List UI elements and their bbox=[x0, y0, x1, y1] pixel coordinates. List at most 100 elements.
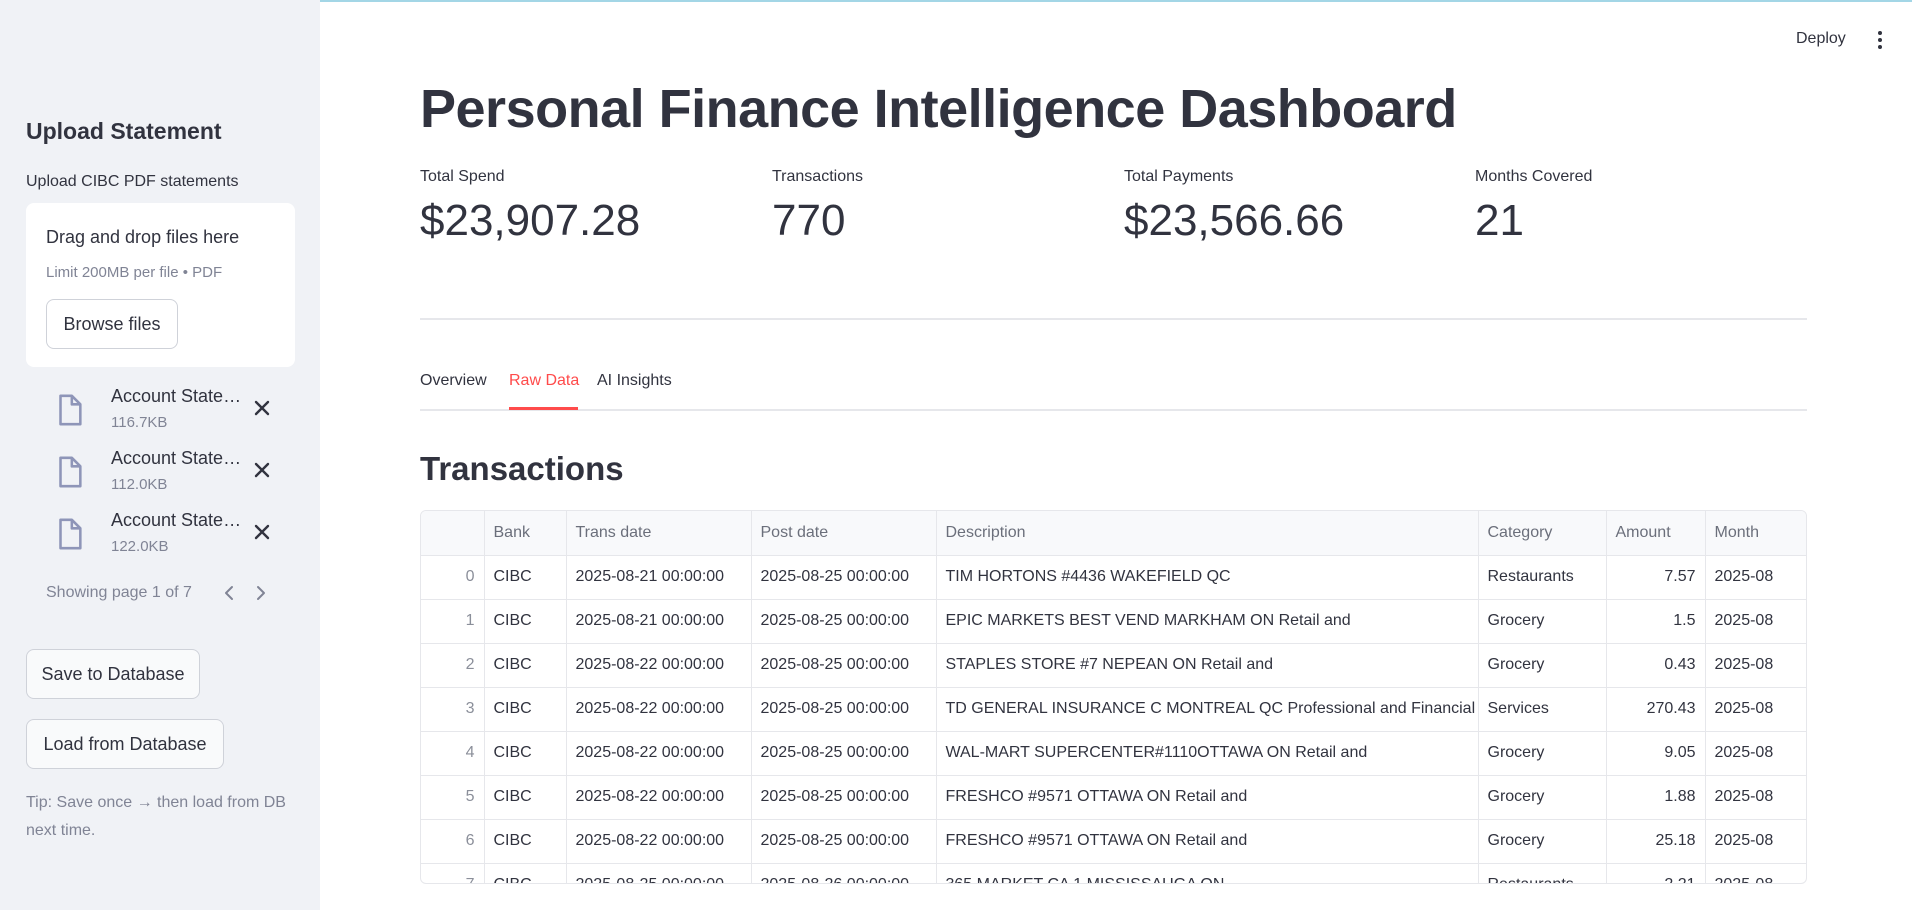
row-index: 3 bbox=[421, 687, 485, 732]
chevron-left-icon[interactable] bbox=[221, 582, 239, 604]
deploy-button[interactable]: Deploy bbox=[1796, 30, 1846, 48]
column-header[interactable] bbox=[421, 511, 485, 556]
transactions-table[interactable]: Bank Trans date Post date Description Ca… bbox=[420, 510, 1807, 884]
cell-description: 365 MARKET CA 1 MISSISSAUGA ON bbox=[936, 863, 1479, 883]
file-dropzone[interactable]: Drag and drop files here Limit 200MB per… bbox=[26, 203, 295, 367]
cell-month: 2025-08 bbox=[1705, 687, 1806, 732]
dropzone-limit: Limit 200MB per file • PDF bbox=[46, 264, 223, 281]
cell-post-date: 2025-08-25 00:00:00 bbox=[751, 819, 937, 864]
file-name: Account State… bbox=[111, 448, 242, 468]
table-row[interactable]: 1 CIBC 2025-08-21 00:00:00 2025-08-25 00… bbox=[421, 599, 1806, 644]
cell-month: 2025-08 bbox=[1705, 555, 1806, 600]
column-header[interactable]: Post date bbox=[751, 511, 937, 556]
cell-amount: 0.43 bbox=[1606, 643, 1706, 688]
uploaded-file-item: Account State… 122.0KB bbox=[52, 510, 292, 562]
file-icon bbox=[59, 518, 82, 550]
close-icon[interactable] bbox=[250, 520, 274, 544]
browse-files-button[interactable]: Browse files bbox=[46, 299, 178, 349]
row-index: 2 bbox=[421, 643, 485, 688]
column-header[interactable]: Amount bbox=[1606, 511, 1706, 556]
table-row[interactable]: 7 CIBC 2025-08-25 00:00:00 2025-08-26 00… bbox=[421, 863, 1806, 883]
cell-amount: 25.18 bbox=[1606, 819, 1706, 864]
cell-trans-date: 2025-08-25 00:00:00 bbox=[566, 863, 752, 883]
cell-amount: 270.43 bbox=[1606, 687, 1706, 732]
metric-label: Months Covered bbox=[1475, 168, 1593, 185]
file-icon bbox=[59, 394, 82, 426]
cell-description: STAPLES STORE #7 NEPEAN ON Retail and bbox=[936, 643, 1479, 688]
metric-total-payments: Total Payments $23,566.66 bbox=[1124, 168, 1454, 246]
table-row[interactable]: 4 CIBC 2025-08-22 00:00:00 2025-08-25 00… bbox=[421, 731, 1806, 776]
cell-category: Grocery bbox=[1478, 775, 1607, 820]
close-icon[interactable] bbox=[250, 396, 274, 420]
cell-description: WAL-MART SUPERCENTER#1110OTTAWA ON Retai… bbox=[936, 731, 1479, 776]
cell-bank: CIBC bbox=[484, 643, 567, 688]
cell-month: 2025-08 bbox=[1705, 863, 1806, 883]
cell-amount: 2.21 bbox=[1606, 863, 1706, 883]
cell-amount: 7.57 bbox=[1606, 555, 1706, 600]
page-title: Personal Finance Intelligence Dashboard bbox=[420, 79, 1457, 139]
row-index: 0 bbox=[421, 555, 485, 600]
table-row[interactable]: 5 CIBC 2025-08-22 00:00:00 2025-08-25 00… bbox=[421, 775, 1806, 820]
cell-post-date: 2025-08-25 00:00:00 bbox=[751, 599, 937, 644]
close-icon[interactable] bbox=[250, 458, 274, 482]
cell-description: TIM HORTONS #4436 WAKEFIELD QC bbox=[936, 555, 1479, 600]
metric-months-covered: Months Covered 21 bbox=[1475, 168, 1805, 246]
cell-category: Grocery bbox=[1478, 599, 1607, 644]
cell-bank: CIBC bbox=[484, 775, 567, 820]
cell-trans-date: 2025-08-22 00:00:00 bbox=[566, 775, 752, 820]
column-header[interactable]: Description bbox=[936, 511, 1479, 556]
tab-raw-data[interactable]: Raw Data bbox=[509, 372, 579, 390]
column-header[interactable]: Bank bbox=[484, 511, 567, 556]
cell-post-date: 2025-08-25 00:00:00 bbox=[751, 555, 937, 600]
cell-month: 2025-08 bbox=[1705, 775, 1806, 820]
cell-month: 2025-08 bbox=[1705, 643, 1806, 688]
cell-trans-date: 2025-08-21 00:00:00 bbox=[566, 555, 752, 600]
cell-amount: 1.5 bbox=[1606, 599, 1706, 644]
cell-category: Services bbox=[1478, 687, 1607, 732]
cell-category: Restaurants bbox=[1478, 863, 1607, 883]
cell-bank: CIBC bbox=[484, 863, 567, 883]
cell-description: EPIC MARKETS BEST VEND MARKHAM ON Retail… bbox=[936, 599, 1479, 644]
row-index: 4 bbox=[421, 731, 485, 776]
uploaded-file-item: Account State… 116.7KB bbox=[52, 386, 292, 438]
tab-ai-insights[interactable]: AI Insights bbox=[597, 372, 672, 390]
row-index: 6 bbox=[421, 819, 485, 864]
metric-value: 21 bbox=[1475, 196, 1524, 245]
cell-post-date: 2025-08-25 00:00:00 bbox=[751, 643, 937, 688]
file-size: 122.0KB bbox=[111, 538, 169, 555]
column-header[interactable]: Category bbox=[1478, 511, 1607, 556]
table-row[interactable]: 6 CIBC 2025-08-22 00:00:00 2025-08-25 00… bbox=[421, 819, 1806, 864]
cell-month: 2025-08 bbox=[1705, 819, 1806, 864]
cell-amount: 1.88 bbox=[1606, 775, 1706, 820]
dropzone-title: Drag and drop files here bbox=[46, 227, 240, 247]
metric-value: 770 bbox=[772, 196, 846, 245]
cell-category: Grocery bbox=[1478, 819, 1607, 864]
column-header[interactable]: Month bbox=[1705, 511, 1806, 556]
column-header[interactable]: Trans date bbox=[566, 511, 752, 556]
cell-description: FRESHCO #9571 OTTAWA ON Retail and bbox=[936, 775, 1479, 820]
metric-total-spend: Total Spend $23,907.28 bbox=[420, 168, 750, 246]
pager-text: Showing page 1 of 7 bbox=[46, 584, 192, 601]
cell-bank: CIBC bbox=[484, 555, 567, 600]
save-to-database-button[interactable]: Save to Database bbox=[26, 649, 200, 699]
cell-category: Restaurants bbox=[1478, 555, 1607, 600]
active-tab-indicator bbox=[509, 407, 578, 410]
more-options-icon[interactable] bbox=[1872, 28, 1888, 52]
table-row[interactable]: 0 CIBC 2025-08-21 00:00:00 2025-08-25 00… bbox=[421, 555, 1806, 600]
table-row[interactable]: 2 CIBC 2025-08-22 00:00:00 2025-08-25 00… bbox=[421, 643, 1806, 688]
row-index: 1 bbox=[421, 599, 485, 644]
chevron-right-icon[interactable] bbox=[251, 582, 269, 604]
tab-bar-border bbox=[420, 409, 1807, 411]
cell-description: FRESHCO #9571 OTTAWA ON Retail and bbox=[936, 819, 1479, 864]
file-size: 112.0KB bbox=[111, 476, 168, 493]
cell-category: Grocery bbox=[1478, 731, 1607, 776]
cell-description: TD GENERAL INSURANCE C MONTREAL QC Profe… bbox=[936, 687, 1479, 732]
file-name: Account State… bbox=[111, 510, 242, 530]
metric-value: $23,907.28 bbox=[420, 196, 641, 245]
table-row[interactable]: 3 CIBC 2025-08-22 00:00:00 2025-08-25 00… bbox=[421, 687, 1806, 732]
file-name: Account State… bbox=[111, 386, 242, 406]
metric-label: Transactions bbox=[772, 168, 863, 185]
tab-overview[interactable]: Overview bbox=[420, 372, 487, 390]
cell-trans-date: 2025-08-22 00:00:00 bbox=[566, 731, 752, 776]
load-from-database-button[interactable]: Load from Database bbox=[26, 719, 224, 769]
